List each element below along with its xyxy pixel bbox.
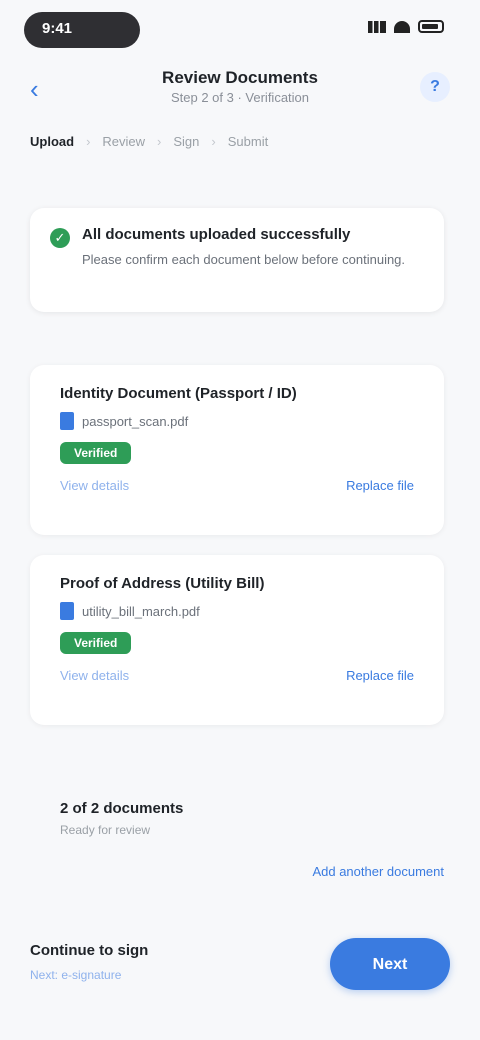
battery-icon bbox=[418, 20, 444, 33]
step-review[interactable]: Review bbox=[102, 134, 145, 149]
page-subtitle: Step 2 of 3 · Verification bbox=[170, 90, 310, 105]
replace-file-link[interactable]: Replace file bbox=[346, 668, 414, 683]
step-sign[interactable]: Sign bbox=[173, 134, 199, 149]
notice-title: All documents uploaded successfully bbox=[82, 226, 351, 243]
page-title: Review Documents bbox=[162, 68, 318, 87]
footer-label: Continue to sign bbox=[30, 942, 149, 959]
footer-sublabel: Next: e-signature bbox=[30, 968, 122, 982]
document-title: Proof of Address (Utility Bill) bbox=[60, 575, 265, 592]
document-card[interactable]: Identity Document (Passport / ID) passpo… bbox=[30, 365, 444, 535]
help-icon[interactable]: ? bbox=[420, 72, 450, 102]
documents-summary: 2 of 2 documents Ready for review Add an… bbox=[60, 800, 444, 879]
step-separator: › bbox=[157, 134, 162, 149]
document-title: Identity Document (Passport / ID) bbox=[60, 385, 297, 402]
view-details-link[interactable]: View details bbox=[60, 478, 129, 493]
step-indicator: Upload › Review › Sign › Submit bbox=[30, 134, 268, 149]
file-row: utility_bill_march.pdf bbox=[60, 602, 414, 620]
view-details-link[interactable]: View details bbox=[60, 668, 129, 683]
bottom-action-bar: Continue to sign Next: e-signature Next bbox=[0, 912, 480, 1040]
step-submit[interactable]: Submit bbox=[228, 134, 268, 149]
card-actions: View details Replace file bbox=[60, 478, 414, 493]
cellular-signal-icon bbox=[368, 20, 386, 33]
document-card[interactable]: Proof of Address (Utility Bill) utility_… bbox=[30, 555, 444, 725]
status-badge: Verified bbox=[60, 442, 132, 464]
notice-text: Please confirm each document below befor… bbox=[82, 252, 406, 267]
summary-title: 2 of 2 documents bbox=[60, 800, 184, 817]
status-time: 9:41 bbox=[42, 20, 73, 37]
document-icon bbox=[60, 412, 74, 430]
step-separator: › bbox=[211, 134, 216, 149]
add-document-link[interactable]: Add another document bbox=[312, 864, 444, 879]
file-name: passport_scan.pdf bbox=[82, 413, 189, 429]
next-button[interactable]: Next bbox=[330, 938, 450, 990]
file-row: passport_scan.pdf bbox=[60, 412, 414, 430]
status-icons bbox=[368, 20, 444, 33]
status-badge: Verified bbox=[60, 632, 132, 654]
document-icon bbox=[60, 602, 74, 620]
file-name: utility_bill_march.pdf bbox=[82, 603, 200, 619]
replace-file-link[interactable]: Replace file bbox=[346, 478, 414, 493]
header: ‹ Review Documents Step 2 of 3 · Verific… bbox=[0, 60, 480, 120]
checkmark-icon: ✓ bbox=[50, 228, 70, 248]
summary-subtitle: Ready for review bbox=[60, 823, 151, 837]
step-separator: › bbox=[86, 134, 91, 149]
wifi-icon bbox=[394, 20, 410, 33]
step-upload[interactable]: Upload bbox=[30, 134, 74, 149]
card-actions: View details Replace file bbox=[60, 668, 414, 683]
success-notice: ✓ All documents uploaded successfully Pl… bbox=[30, 208, 444, 312]
status-bar: 9:41 bbox=[0, 0, 480, 60]
